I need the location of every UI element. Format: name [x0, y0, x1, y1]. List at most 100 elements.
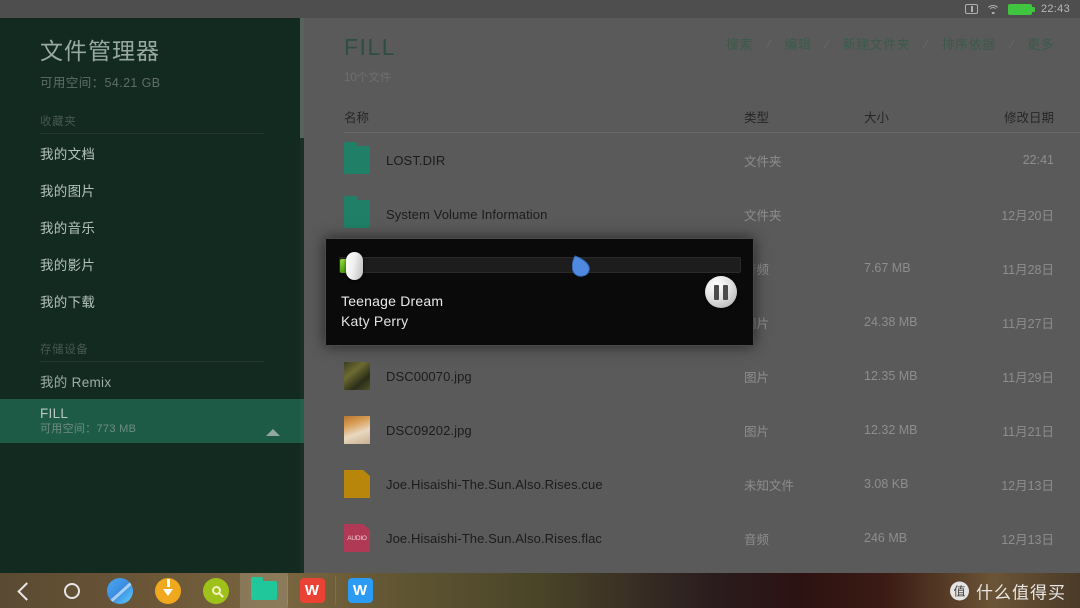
sidebar-item-label: 我的音乐 [40, 220, 96, 236]
column-header-type[interactable]: 类型 [744, 107, 864, 126]
wps-writer-app[interactable]: W [336, 573, 384, 608]
file-type: 文件夹 [744, 154, 782, 169]
file-date: 11月21日 [1002, 424, 1054, 439]
sidebar-group-favorites-label: 收藏夹 [40, 116, 77, 128]
audio-file-icon: AUDIO [344, 524, 370, 552]
file-type: 图片 [744, 424, 770, 439]
table-row[interactable]: DSC00070.jpg 图片 12.35 MB 11月29日 [344, 349, 1054, 403]
audio-icon-label: AUDIO [347, 534, 367, 542]
circle-icon [64, 582, 80, 599]
toolbar-separator: / [823, 36, 832, 51]
folder-icon [251, 577, 277, 600]
file-size: 12.32 MB [864, 423, 918, 437]
file-name: DSC00070.jpg [386, 368, 472, 384]
file-count-label: 10个文件 [344, 72, 392, 84]
table-row[interactable]: Joe.Hisaishi-The.Sun.Also.Rises.cue 未知文件… [344, 457, 1054, 511]
download-arrow-icon [155, 577, 181, 604]
file-name: DSC09202.jpg [386, 422, 472, 438]
pause-icon[interactable] [705, 276, 737, 308]
sort-by-button[interactable]: 排序依据 [942, 34, 996, 53]
column-header-name[interactable]: 名称 [344, 107, 744, 126]
status-bar-clock: 22:43 [1040, 3, 1070, 15]
sidebar-header: 文件管理器 可用空间：54.21 GB [0, 18, 304, 91]
file-type: 文件夹 [744, 208, 782, 223]
watermark-text: 什么值得买 [976, 583, 1066, 603]
browser-app[interactable] [96, 573, 144, 608]
sidebar-scrollbar[interactable] [300, 18, 304, 573]
teardrop-cursor [571, 255, 592, 279]
table-row[interactable]: AUDIO Joe.Hisaishi-The.Sun.Also.Rises.fl… [344, 511, 1054, 565]
column-header-size[interactable]: 大小 [864, 107, 984, 126]
taskbar: W W 值 什么值得买 [0, 573, 1080, 608]
file-manager-app[interactable] [240, 573, 288, 608]
downloads-app[interactable] [144, 573, 192, 608]
file-type: 音频 [744, 262, 770, 277]
track-artist: Katy Perry [341, 313, 409, 329]
back-button[interactable] [0, 573, 48, 608]
sidebar-item-label: 我的影片 [40, 257, 96, 273]
file-size: 3.08 KB [864, 477, 909, 491]
edit-button[interactable]: 编辑 [784, 34, 811, 53]
column-header-date[interactable]: 修改日期 [984, 107, 1054, 126]
sidebar-item-downloads[interactable]: 我的下载 [0, 282, 304, 319]
sidebar-item-movies[interactable]: 我的影片 [0, 245, 304, 282]
file-date: 22:41 [1022, 153, 1054, 167]
app-title: 文件管理器 [40, 38, 160, 64]
file-type: 音频 [744, 532, 770, 547]
eject-icon[interactable] [266, 414, 284, 436]
wifi-icon [985, 4, 1000, 15]
sidebar-item-music[interactable]: 我的音乐 [0, 208, 304, 245]
photo-icon [344, 362, 370, 390]
chrome-icon [107, 577, 133, 604]
seek-slider[interactable] [339, 252, 741, 280]
free-space-label: 可用空间：54.21 GB [40, 76, 161, 90]
home-button[interactable] [48, 573, 96, 608]
wps-w-icon: W [299, 578, 325, 603]
seek-slider-handle[interactable] [346, 252, 363, 280]
sidebar-item-my-remix[interactable]: 我的 Remix [0, 362, 304, 399]
sidebar-item-label: 我的下载 [40, 294, 96, 310]
watermark: 值 什么值得买 [950, 578, 1066, 603]
sidebar-scrollbar-thumb[interactable] [300, 18, 304, 138]
file-type: 图片 [744, 370, 770, 385]
file-date: 12月13日 [1001, 532, 1054, 547]
folder-icon [344, 142, 370, 174]
file-name: LOST.DIR [386, 152, 446, 168]
file-type: 图片 [744, 316, 770, 331]
file-date: 11月29日 [1002, 370, 1054, 385]
sidebar-item-documents[interactable]: 我的文档 [0, 134, 304, 171]
media-player-overlay[interactable]: Teenage Dream Katy Perry [325, 238, 754, 346]
sidebar-item-fill[interactable]: FILL 可用空间：773 MB [0, 399, 304, 443]
toolbar-separator: / [922, 36, 930, 51]
search-button[interactable]: 搜索 [726, 34, 753, 53]
wps-office-app[interactable]: W [288, 573, 336, 608]
file-list: LOST.DIR 文件夹 22:41 System Volume Informa… [344, 133, 1080, 573]
table-header: 名称 类型 大小 修改日期 [344, 105, 1080, 133]
toolbar: 搜索 / 编辑 / 新建文件夹 / 排序依据 / 更多 [726, 34, 1054, 53]
table-row[interactable]: System Volume Information 文件夹 12月20日 [344, 187, 1054, 241]
file-name: Joe.Hisaishi-The.Sun.Also.Rises.cue [386, 476, 603, 492]
sidebar-group-storage-label: 存储设备 [40, 344, 89, 356]
sidebar-item-label: 我的文档 [40, 146, 96, 162]
new-folder-button[interactable]: 新建文件夹 [843, 34, 911, 53]
file-date: 11月28日 [1002, 262, 1054, 277]
document-icon [344, 470, 370, 498]
photo-icon [344, 416, 370, 444]
table-row-partial[interactable] [344, 565, 1054, 573]
screen-root: 22:43 文件管理器 可用空间：54.21 GB 收藏夹 我的文档 我的图片 … [0, 0, 1080, 608]
writer-w-icon: W [347, 578, 373, 603]
more-button[interactable]: 更多 [1027, 34, 1054, 53]
file-date: 12月13日 [1001, 478, 1054, 493]
track-title: Teenage Dream [341, 293, 444, 309]
table-row[interactable]: DSC09202.jpg 图片 12.32 MB 11月21日 [344, 403, 1054, 457]
file-size: 12.35 MB [864, 369, 918, 383]
status-bar: 22:43 [0, 0, 1080, 18]
sidebar-item-pictures[interactable]: 我的图片 [0, 171, 304, 208]
file-date: 11月27日 [1002, 316, 1054, 331]
magnifier-icon [203, 577, 229, 604]
sidebar-device-free-space: 可用空间：773 MB [40, 423, 137, 435]
sidebar: 文件管理器 可用空间：54.21 GB 收藏夹 我的文档 我的图片 我的音乐 我… [0, 18, 304, 573]
table-row[interactable]: LOST.DIR 文件夹 22:41 [344, 133, 1054, 187]
search-app[interactable] [192, 573, 240, 608]
file-size: 7.67 MB [864, 261, 911, 275]
